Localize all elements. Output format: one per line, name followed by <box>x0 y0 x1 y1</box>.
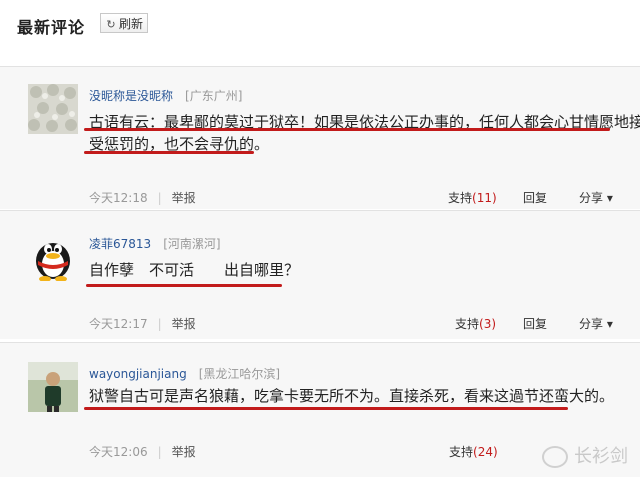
comment-time: 今天12:18 <box>89 191 148 205</box>
highlight-underline <box>84 407 568 410</box>
section-title: 最新评论 <box>17 18 86 37</box>
comment-meta: 今天12:17 | 举报 <box>89 317 196 331</box>
watermark: 长衫剑 <box>542 442 628 468</box>
chevron-down-icon: ▾ <box>603 191 613 205</box>
comment-meta: 今天12:18 | 举报 <box>89 191 196 205</box>
watermark-text: 长衫剑 <box>574 446 628 467</box>
comment-time: 今天12:17 <box>89 317 148 331</box>
comment-text: 古语有云：最卑鄙的莫过于狱卒！如果是依法公正办事的，任何人都会心甘情愿地接 受惩… <box>89 111 640 155</box>
comment-item: 没昵称是没昵称 [广东广州] 古语有云：最卑鄙的莫过于狱卒！如果是依法公正办事的，… <box>0 66 640 209</box>
username-link[interactable]: 没昵称是没昵称 <box>89 89 173 103</box>
comment-time: 今天12:06 <box>89 445 148 459</box>
username-link[interactable]: wayongjianjiang <box>89 367 187 381</box>
comment-meta: 今天12:06 | 举报 <box>89 445 196 459</box>
refresh-icon: ↻ <box>106 18 116 31</box>
support-button[interactable]: 支持(24) <box>449 443 498 460</box>
highlight-underline <box>84 151 254 154</box>
comment-user: 凌菲67813 [河南漯河] <box>89 235 221 252</box>
support-button[interactable]: 支持(11) <box>448 189 497 206</box>
comments-header: 最新评论 ↻ 刷新 <box>0 0 640 52</box>
wechat-icon <box>542 446 568 468</box>
user-location: [黑龙江哈尔滨] <box>198 367 281 381</box>
refresh-button[interactable]: ↻ 刷新 <box>100 13 148 33</box>
share-button[interactable]: 分享 ▾ <box>579 315 613 332</box>
avatar[interactable] <box>28 362 78 412</box>
support-button[interactable]: 支持(3) <box>455 315 496 332</box>
comment-text: 自作孽 不可活 出自哪里？ <box>89 259 299 281</box>
comment-user: wayongjianjiang [黑龙江哈尔滨] <box>89 365 280 382</box>
avatar[interactable] <box>28 84 78 134</box>
share-button[interactable]: 分享 ▾ <box>579 189 613 206</box>
report-link[interactable]: 举报 <box>172 317 196 331</box>
user-location: [广东广州] <box>185 89 243 103</box>
user-location: [河南漯河] <box>163 237 221 251</box>
report-link[interactable]: 举报 <box>172 445 196 459</box>
comment-text: 狱警自古可是声名狼藉，吃拿卡要无所不为。直接杀死，看来这過节还蛮大的。 <box>89 385 614 407</box>
comment-text-line: 狱警自古可是声名狼藉，吃拿卡要无所不为。直接杀死，看来这過节还蛮大的。 <box>89 387 615 405</box>
highlight-underline <box>86 284 282 287</box>
avatar[interactable] <box>28 231 78 281</box>
reply-button[interactable]: 回复 <box>523 315 547 332</box>
report-link[interactable]: 举报 <box>172 191 196 205</box>
comment-user: 没昵称是没昵称 [广东广州] <box>89 87 242 104</box>
reply-button[interactable]: 回复 <box>523 189 547 206</box>
refresh-label: 刷新 <box>119 17 144 31</box>
username-link[interactable]: 凌菲67813 <box>89 237 151 251</box>
highlight-underline <box>84 128 610 131</box>
comment-text-line: 自作孽 不可活 出自哪里？ <box>89 261 300 279</box>
chevron-down-icon: ▾ <box>603 317 613 331</box>
comment-item: 凌菲67813 [河南漯河] 自作孽 不可活 出自哪里？ 今天12:17 | 举报 支… <box>0 210 640 339</box>
